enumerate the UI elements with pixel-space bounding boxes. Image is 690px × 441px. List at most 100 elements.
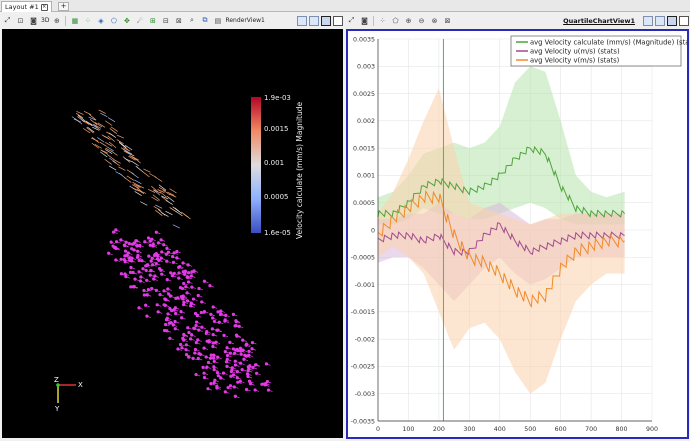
close-view-icon[interactable] (679, 15, 689, 26)
quartile-chart[interactable]: 0.0035 0.003 0.0025 0.002 0.0015 0.001 0.0005 0… (348, 31, 690, 437)
y-tick-label: -0.0015 (351, 309, 375, 316)
velocity-glyph (138, 243, 142, 248)
velocity-glyph (194, 341, 198, 345)
zoom-to-data-icon[interactable]: ⊡ (15, 15, 26, 26)
velocity-glyph (193, 326, 197, 331)
velocity-glyphs (71, 109, 273, 399)
tab-layout-1[interactable]: Layout #1 × (1, 1, 52, 12)
grow-selection-icon[interactable]: ⊞ (147, 15, 158, 26)
velocity-glyph (136, 253, 140, 258)
quartile-chart-view[interactable]: 0.0035 0.003 0.0025 0.002 0.0015 0.001 0.0005 0… (346, 29, 690, 439)
velocity-arrow (97, 137, 105, 143)
velocity-glyph (163, 322, 168, 327)
velocity-glyph (122, 257, 126, 262)
velocity-glyph (211, 305, 215, 309)
velocity-glyph (178, 342, 183, 347)
subtract-selection-icon[interactable]: ⊖ (416, 15, 427, 26)
split-vertical-icon[interactable] (309, 15, 319, 26)
view-label: RenderView1 (225, 17, 265, 24)
select-points-icon[interactable]: ⁘ (82, 15, 93, 26)
velocity-glyph (200, 325, 204, 329)
camera-icon[interactable]: ◙ (28, 15, 39, 26)
zoom-box-icon[interactable]: ⊕ (51, 15, 62, 26)
velocity-glyph (141, 267, 145, 271)
velocity-glyph (234, 319, 238, 323)
y-tick-label: 0.0025 (353, 91, 375, 98)
colorbar (251, 97, 261, 233)
render-mode-toggle[interactable]: 3D (41, 17, 49, 24)
velocity-glyph (233, 363, 238, 367)
velocity-arrow (108, 132, 117, 138)
y-axis-label: Y (54, 405, 60, 413)
select-polygon-icon[interactable]: ⬠ (108, 15, 119, 26)
velocity-glyph (155, 254, 160, 258)
y-tick-label: -0.0035 (351, 418, 375, 425)
velocity-glyph (206, 360, 211, 365)
add-selection-icon[interactable]: ⊕ (403, 15, 414, 26)
colorbar-min-label: 1.6e-05 (264, 229, 291, 237)
velocity-glyph (211, 333, 215, 337)
velocity-glyph (126, 251, 130, 255)
find-data-icon[interactable]: ⌕ (186, 15, 197, 26)
reset-camera-icon[interactable]: ⤢ (2, 15, 13, 26)
velocity-glyph (189, 302, 193, 306)
velocity-glyph (202, 346, 206, 350)
plot-selection-icon[interactable]: ▤ (212, 15, 223, 26)
velocity-glyph (241, 338, 245, 342)
extract-selection-icon[interactable]: ⧉ (199, 15, 210, 26)
colorbar-tick-label: 0.0005 (264, 193, 289, 201)
select-cells-icon[interactable]: ▦ (69, 15, 80, 26)
close-icon[interactable]: × (40, 3, 48, 11)
velocity-glyph (247, 379, 252, 383)
velocity-glyph (168, 336, 172, 340)
velocity-glyph (251, 365, 255, 370)
maximize-icon[interactable] (667, 15, 677, 26)
z-axis-label: Z (54, 376, 59, 384)
velocity-glyph (166, 287, 170, 291)
split-vertical-icon[interactable] (655, 15, 665, 26)
velocity-glyph (202, 309, 207, 314)
interactive-select-icon[interactable]: ✥ (121, 15, 132, 26)
select-points-icon[interactable]: ⁘ (377, 15, 388, 26)
velocity-glyph (190, 285, 194, 289)
velocity-glyph (151, 263, 155, 267)
select-frustum-icon[interactable]: ◈ (95, 15, 106, 26)
velocity-glyph (207, 340, 211, 344)
velocity-arrow (108, 165, 117, 171)
clear-selection-icon[interactable]: ⊠ (173, 15, 184, 26)
velocity-glyph (148, 239, 152, 243)
velocity-arrow (112, 160, 121, 167)
velocity-glyph (197, 286, 201, 291)
velocity-glyph (155, 303, 159, 307)
clear-selection-icon[interactable]: ⊠ (442, 15, 453, 26)
velocity-glyph (144, 264, 148, 268)
render-view-canvas[interactable]: 1.9e-03 0.0015 0.001 0.0005 1.6e-05 Velo… (2, 29, 343, 438)
render-view[interactable]: 1.9e-03 0.0015 0.001 0.0005 1.6e-05 Velo… (2, 29, 343, 438)
velocity-glyph (165, 277, 169, 282)
velocity-arrow (118, 141, 127, 148)
velocity-arrow (92, 126, 100, 131)
add-tab-button[interactable]: + (58, 2, 69, 11)
close-view-icon[interactable] (333, 15, 343, 26)
toggle-selection-icon[interactable]: ⊗ (429, 15, 440, 26)
legend-entry: avg Velocity u(m/s) (stats) (530, 48, 620, 56)
velocity-arrow (98, 109, 106, 114)
velocity-glyph (151, 242, 155, 246)
split-horizontal-icon[interactable] (643, 15, 653, 26)
select-polygon-icon[interactable]: ⬠ (390, 15, 401, 26)
velocity-glyph (156, 241, 160, 245)
velocity-arrow (106, 146, 114, 152)
velocity-glyph (165, 259, 169, 263)
maximize-icon[interactable] (321, 15, 331, 26)
shrink-selection-icon[interactable]: ⊟ (160, 15, 171, 26)
velocity-glyph (150, 256, 154, 260)
velocity-glyph (170, 274, 174, 278)
velocity-glyph (212, 319, 217, 324)
y-tick-label: 0.0005 (353, 200, 375, 207)
camera-icon[interactable]: ◙ (359, 15, 370, 26)
reset-camera-icon[interactable]: ⤢ (346, 15, 357, 26)
split-horizontal-icon[interactable] (297, 15, 307, 26)
velocity-arrow (159, 191, 168, 198)
hover-points-icon[interactable]: ☄ (134, 15, 145, 26)
colorbar-tick-label: 0.0015 (264, 125, 289, 133)
